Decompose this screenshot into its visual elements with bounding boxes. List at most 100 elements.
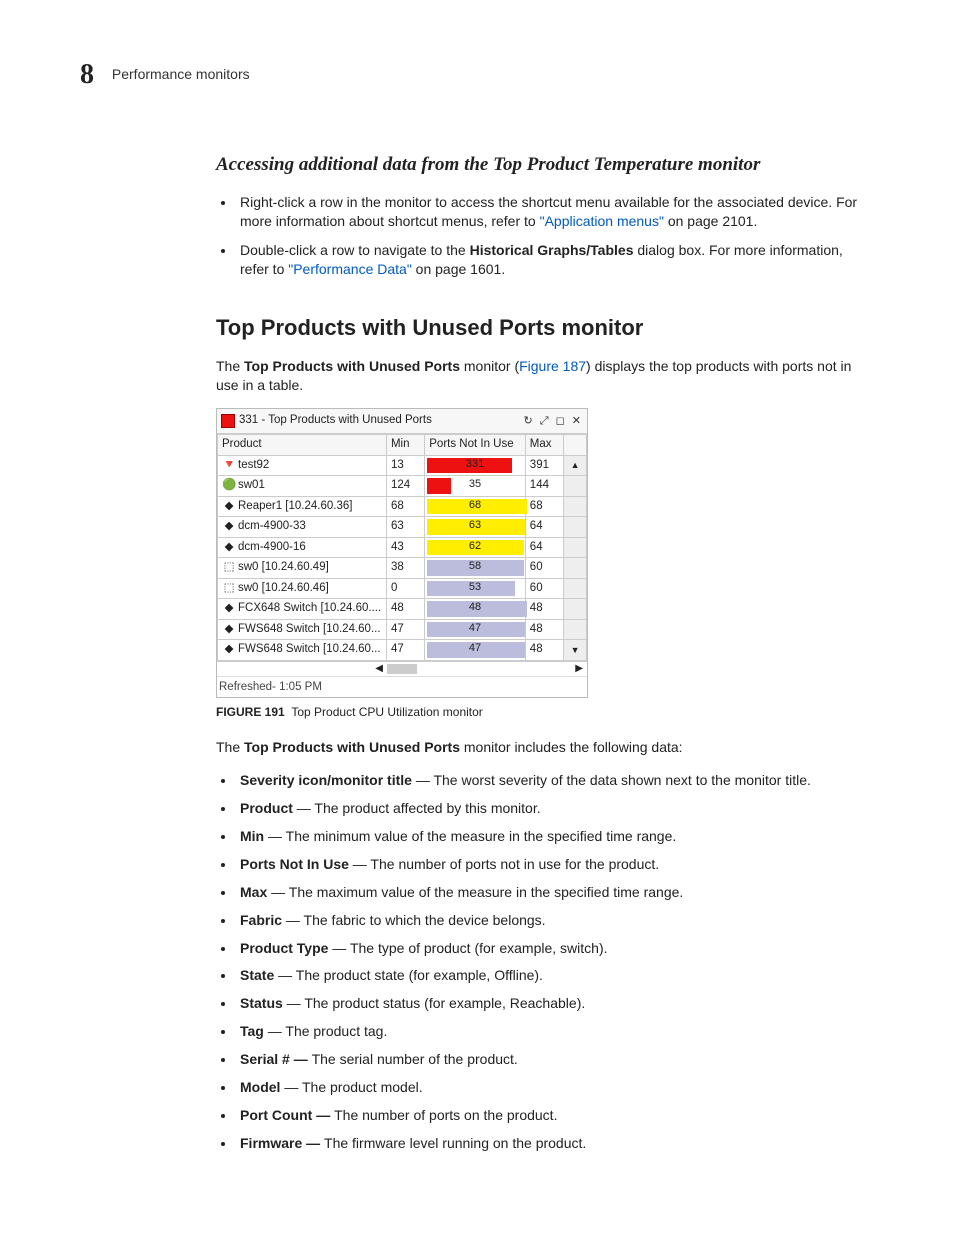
product-icon: ⬚: [222, 581, 236, 597]
table-row[interactable]: ◆dcm-4900-16436264: [218, 537, 587, 558]
scrollbar-cell[interactable]: [564, 599, 587, 620]
page-header: 8 Performance monitors: [80, 56, 874, 94]
table-row[interactable]: ◆FWS648 Switch [10.24.60...474748▼: [218, 640, 587, 661]
list-item: Serial # — The serial number of the prod…: [236, 1050, 874, 1069]
cell-max: 144: [525, 476, 563, 497]
col-ports[interactable]: Ports Not In Use: [425, 434, 526, 455]
list-item: Max — The maximum value of the measure i…: [236, 883, 874, 902]
cell-min: 0: [386, 578, 424, 599]
table-row[interactable]: ⬚sw0 [10.24.60.49]385860: [218, 558, 587, 579]
list-item: Fabric — The fabric to which the device …: [236, 911, 874, 930]
cell-product: ◆Reaper1 [10.24.60.36]: [218, 496, 387, 517]
table-row[interactable]: ⬚sw0 [10.24.60.46]05360: [218, 578, 587, 599]
scrollbar-col: [564, 434, 587, 455]
list-item: Severity icon/monitor title — The worst …: [236, 771, 874, 790]
cell-max: 68: [525, 496, 563, 517]
cell-ports-bar: 47: [425, 640, 526, 661]
product-icon: 🟢: [222, 478, 236, 494]
cell-ports-bar: 331: [425, 455, 526, 476]
subsection-title: Accessing additional data from the Top P…: [80, 152, 874, 178]
cell-ports-bar: 47: [425, 619, 526, 640]
product-icon: ◆: [222, 622, 236, 638]
list-item: Model — The product model.: [236, 1078, 874, 1097]
table-row[interactable]: ◆Reaper1 [10.24.60.36]686868: [218, 496, 587, 517]
cell-max: 60: [525, 558, 563, 579]
table-row[interactable]: ◆FWS648 Switch [10.24.60...474748: [218, 619, 587, 640]
access-bullets: Right-click a row in the monitor to acce…: [216, 193, 874, 279]
scrollbar-cell[interactable]: [564, 578, 587, 599]
cell-max: 64: [525, 517, 563, 538]
chapter-number: 8: [80, 56, 94, 94]
cell-min: 13: [386, 455, 424, 476]
cell-max: 60: [525, 578, 563, 599]
cell-product: ⬚sw0 [10.24.60.46]: [218, 578, 387, 599]
scrollbar-cell[interactable]: [564, 619, 587, 640]
list-item: Product Type — The type of product (for …: [236, 939, 874, 958]
table-row[interactable]: 🔻test9213331391▲: [218, 455, 587, 476]
cell-min: 124: [386, 476, 424, 497]
scrollbar-cell[interactable]: [564, 476, 587, 497]
section-name: Performance monitors: [112, 65, 250, 84]
cell-product: ◆FCX648 Switch [10.24.60....: [218, 599, 387, 620]
product-icon: ◆: [222, 601, 236, 617]
scrollbar-cell[interactable]: [564, 558, 587, 579]
table-row[interactable]: 🟢sw0112435144: [218, 476, 587, 497]
table-row[interactable]: ◆FCX648 Switch [10.24.60....484848: [218, 599, 587, 620]
scrollbar-cell[interactable]: [564, 517, 587, 538]
link-figure-187[interactable]: Figure 187: [519, 358, 586, 374]
cell-ports-bar: 53: [425, 578, 526, 599]
list-item: State — The product state (for example, …: [236, 966, 874, 985]
table-row[interactable]: ◆dcm-4900-33636364: [218, 517, 587, 538]
list-item: Tag — The product tag.: [236, 1022, 874, 1041]
product-icon: 🔻: [222, 458, 236, 474]
data-list: Severity icon/monitor title — The worst …: [216, 771, 874, 1152]
bullet-doubleclick: Double-click a row to navigate to the Hi…: [236, 241, 874, 279]
product-icon: ⬚: [222, 560, 236, 576]
cell-max: 48: [525, 599, 563, 620]
product-icon: ◆: [222, 499, 236, 515]
h-scrollbar[interactable]: ◀▶: [217, 661, 587, 676]
cell-ports-bar: 63: [425, 517, 526, 538]
figure-titlebar: 331 - Top Products with Unused Ports ↻ ⤢…: [217, 409, 587, 434]
scrollbar-cell[interactable]: ▼: [564, 640, 587, 661]
cell-product: ◆dcm-4900-33: [218, 517, 387, 538]
list-item: Product — The product affected by this m…: [236, 799, 874, 818]
cell-ports-bar: 35: [425, 476, 526, 497]
col-min[interactable]: Min: [386, 434, 424, 455]
cell-product: ⬚sw0 [10.24.60.49]: [218, 558, 387, 579]
scrollbar-cell[interactable]: [564, 537, 587, 558]
cell-ports-bar: 48: [425, 599, 526, 620]
link-app-menus[interactable]: "Application menus": [540, 213, 664, 229]
product-icon: ◆: [222, 642, 236, 658]
list-item: Port Count — The number of ports on the …: [236, 1106, 874, 1125]
section-title: Top Products with Unused Ports monitor: [80, 313, 874, 343]
cell-max: 64: [525, 537, 563, 558]
cell-product: 🟢sw01: [218, 476, 387, 497]
cell-max: 391: [525, 455, 563, 476]
window-controls[interactable]: ↻ ⤢ ◻ ✕: [523, 414, 583, 429]
data-intro: The Top Products with Unused Ports monit…: [216, 738, 874, 757]
scrollbar-cell[interactable]: [564, 496, 587, 517]
product-icon: ◆: [222, 540, 236, 556]
link-perf-data[interactable]: "Performance Data": [288, 261, 412, 277]
list-item: Ports Not In Use — The number of ports n…: [236, 855, 874, 874]
col-max[interactable]: Max: [525, 434, 563, 455]
refreshed-label: Refreshed- 1:05 PM: [217, 676, 587, 698]
cell-min: 47: [386, 619, 424, 640]
cell-product: ◆FWS648 Switch [10.24.60...: [218, 619, 387, 640]
cell-product: ◆dcm-4900-16: [218, 537, 387, 558]
cell-ports-bar: 62: [425, 537, 526, 558]
figure-caption: FIGURE 191 Top Product CPU Utilization m…: [216, 704, 874, 720]
cell-product: ◆FWS648 Switch [10.24.60...: [218, 640, 387, 661]
section-intro: The Top Products with Unused Ports monit…: [216, 357, 874, 395]
list-item: Firmware — The firmware level running on…: [236, 1134, 874, 1153]
cell-min: 43: [386, 537, 424, 558]
cell-min: 47: [386, 640, 424, 661]
col-product[interactable]: Product: [218, 434, 387, 455]
scrollbar-cell[interactable]: ▲: [564, 455, 587, 476]
monitor-table: Product Min Ports Not In Use Max 🔻test92…: [217, 434, 587, 661]
cell-min: 38: [386, 558, 424, 579]
bullet-rightclick: Right-click a row in the monitor to acce…: [236, 193, 874, 231]
list-item: Status — The product status (for example…: [236, 994, 874, 1013]
cell-ports-bar: 58: [425, 558, 526, 579]
